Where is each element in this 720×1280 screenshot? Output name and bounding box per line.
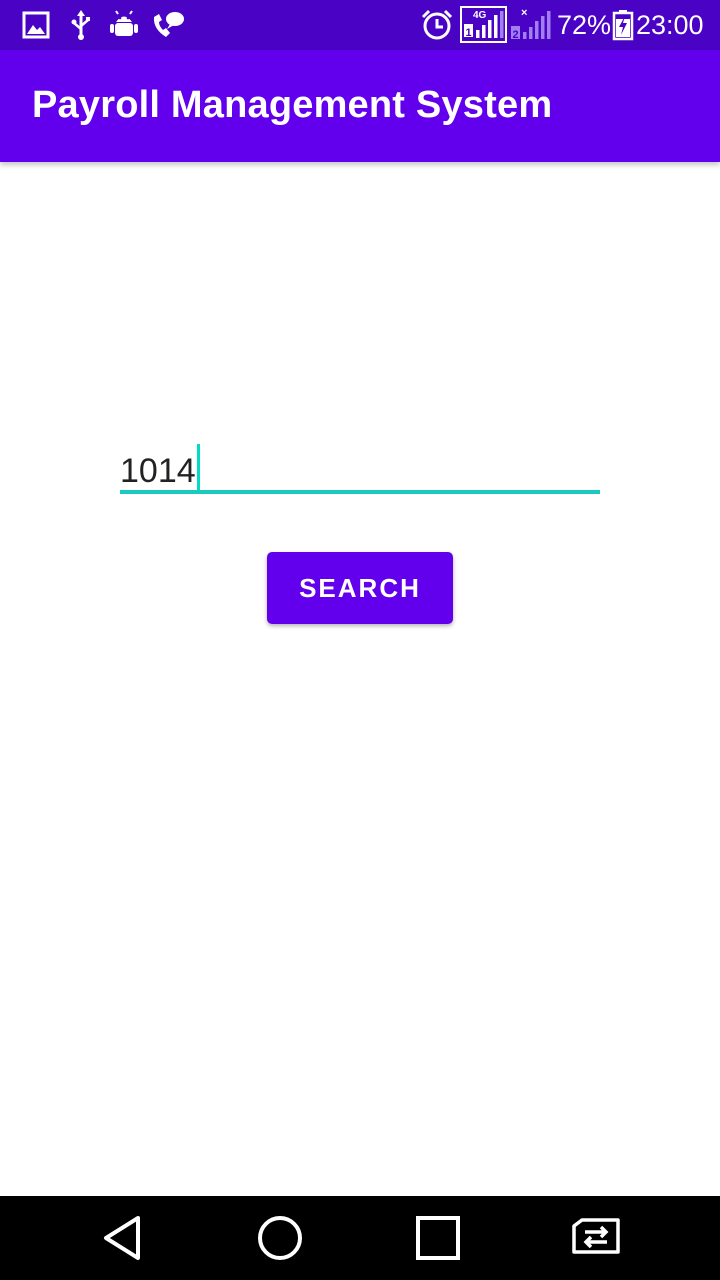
input-value: 1014 xyxy=(120,452,196,490)
sim-switch-icon[interactable] xyxy=(568,1212,624,1264)
screen: 4G 1 × 2 72% 23:00 Payroll Management Sy… xyxy=(0,0,720,1280)
recents-icon[interactable] xyxy=(410,1212,466,1264)
android-debug-icon xyxy=(109,9,139,41)
svg-text:1: 1 xyxy=(466,27,472,39)
gallery-icon xyxy=(22,9,50,41)
input-text[interactable]: 1014 xyxy=(120,444,200,492)
signal-sim1-icon: 4G 1 xyxy=(460,6,508,44)
input-underline xyxy=(120,490,600,494)
battery-charging-icon xyxy=(612,9,634,41)
status-bar: 4G 1 × 2 72% 23:00 xyxy=(0,0,720,50)
voicemail-icon xyxy=(150,9,186,41)
battery-percent: 72% xyxy=(557,10,612,40)
signal-sim2-icon: × 2 xyxy=(510,6,552,44)
clock-time: 23:00 xyxy=(636,10,704,40)
app-bar: Payroll Management System xyxy=(0,50,720,162)
alarm-icon xyxy=(420,9,454,41)
navigation-bar xyxy=(0,1196,720,1280)
employee-id-input[interactable]: 1014 xyxy=(120,436,600,494)
back-icon[interactable] xyxy=(94,1212,150,1264)
text-cursor xyxy=(196,444,200,492)
app-title: Payroll Management System xyxy=(32,84,553,126)
search-button[interactable]: SEARCH xyxy=(267,552,453,624)
usb-icon xyxy=(70,9,92,41)
home-icon[interactable] xyxy=(252,1212,308,1264)
svg-text:4G: 4G xyxy=(473,10,487,21)
svg-text:2: 2 xyxy=(513,29,519,41)
svg-text:×: × xyxy=(521,7,527,19)
